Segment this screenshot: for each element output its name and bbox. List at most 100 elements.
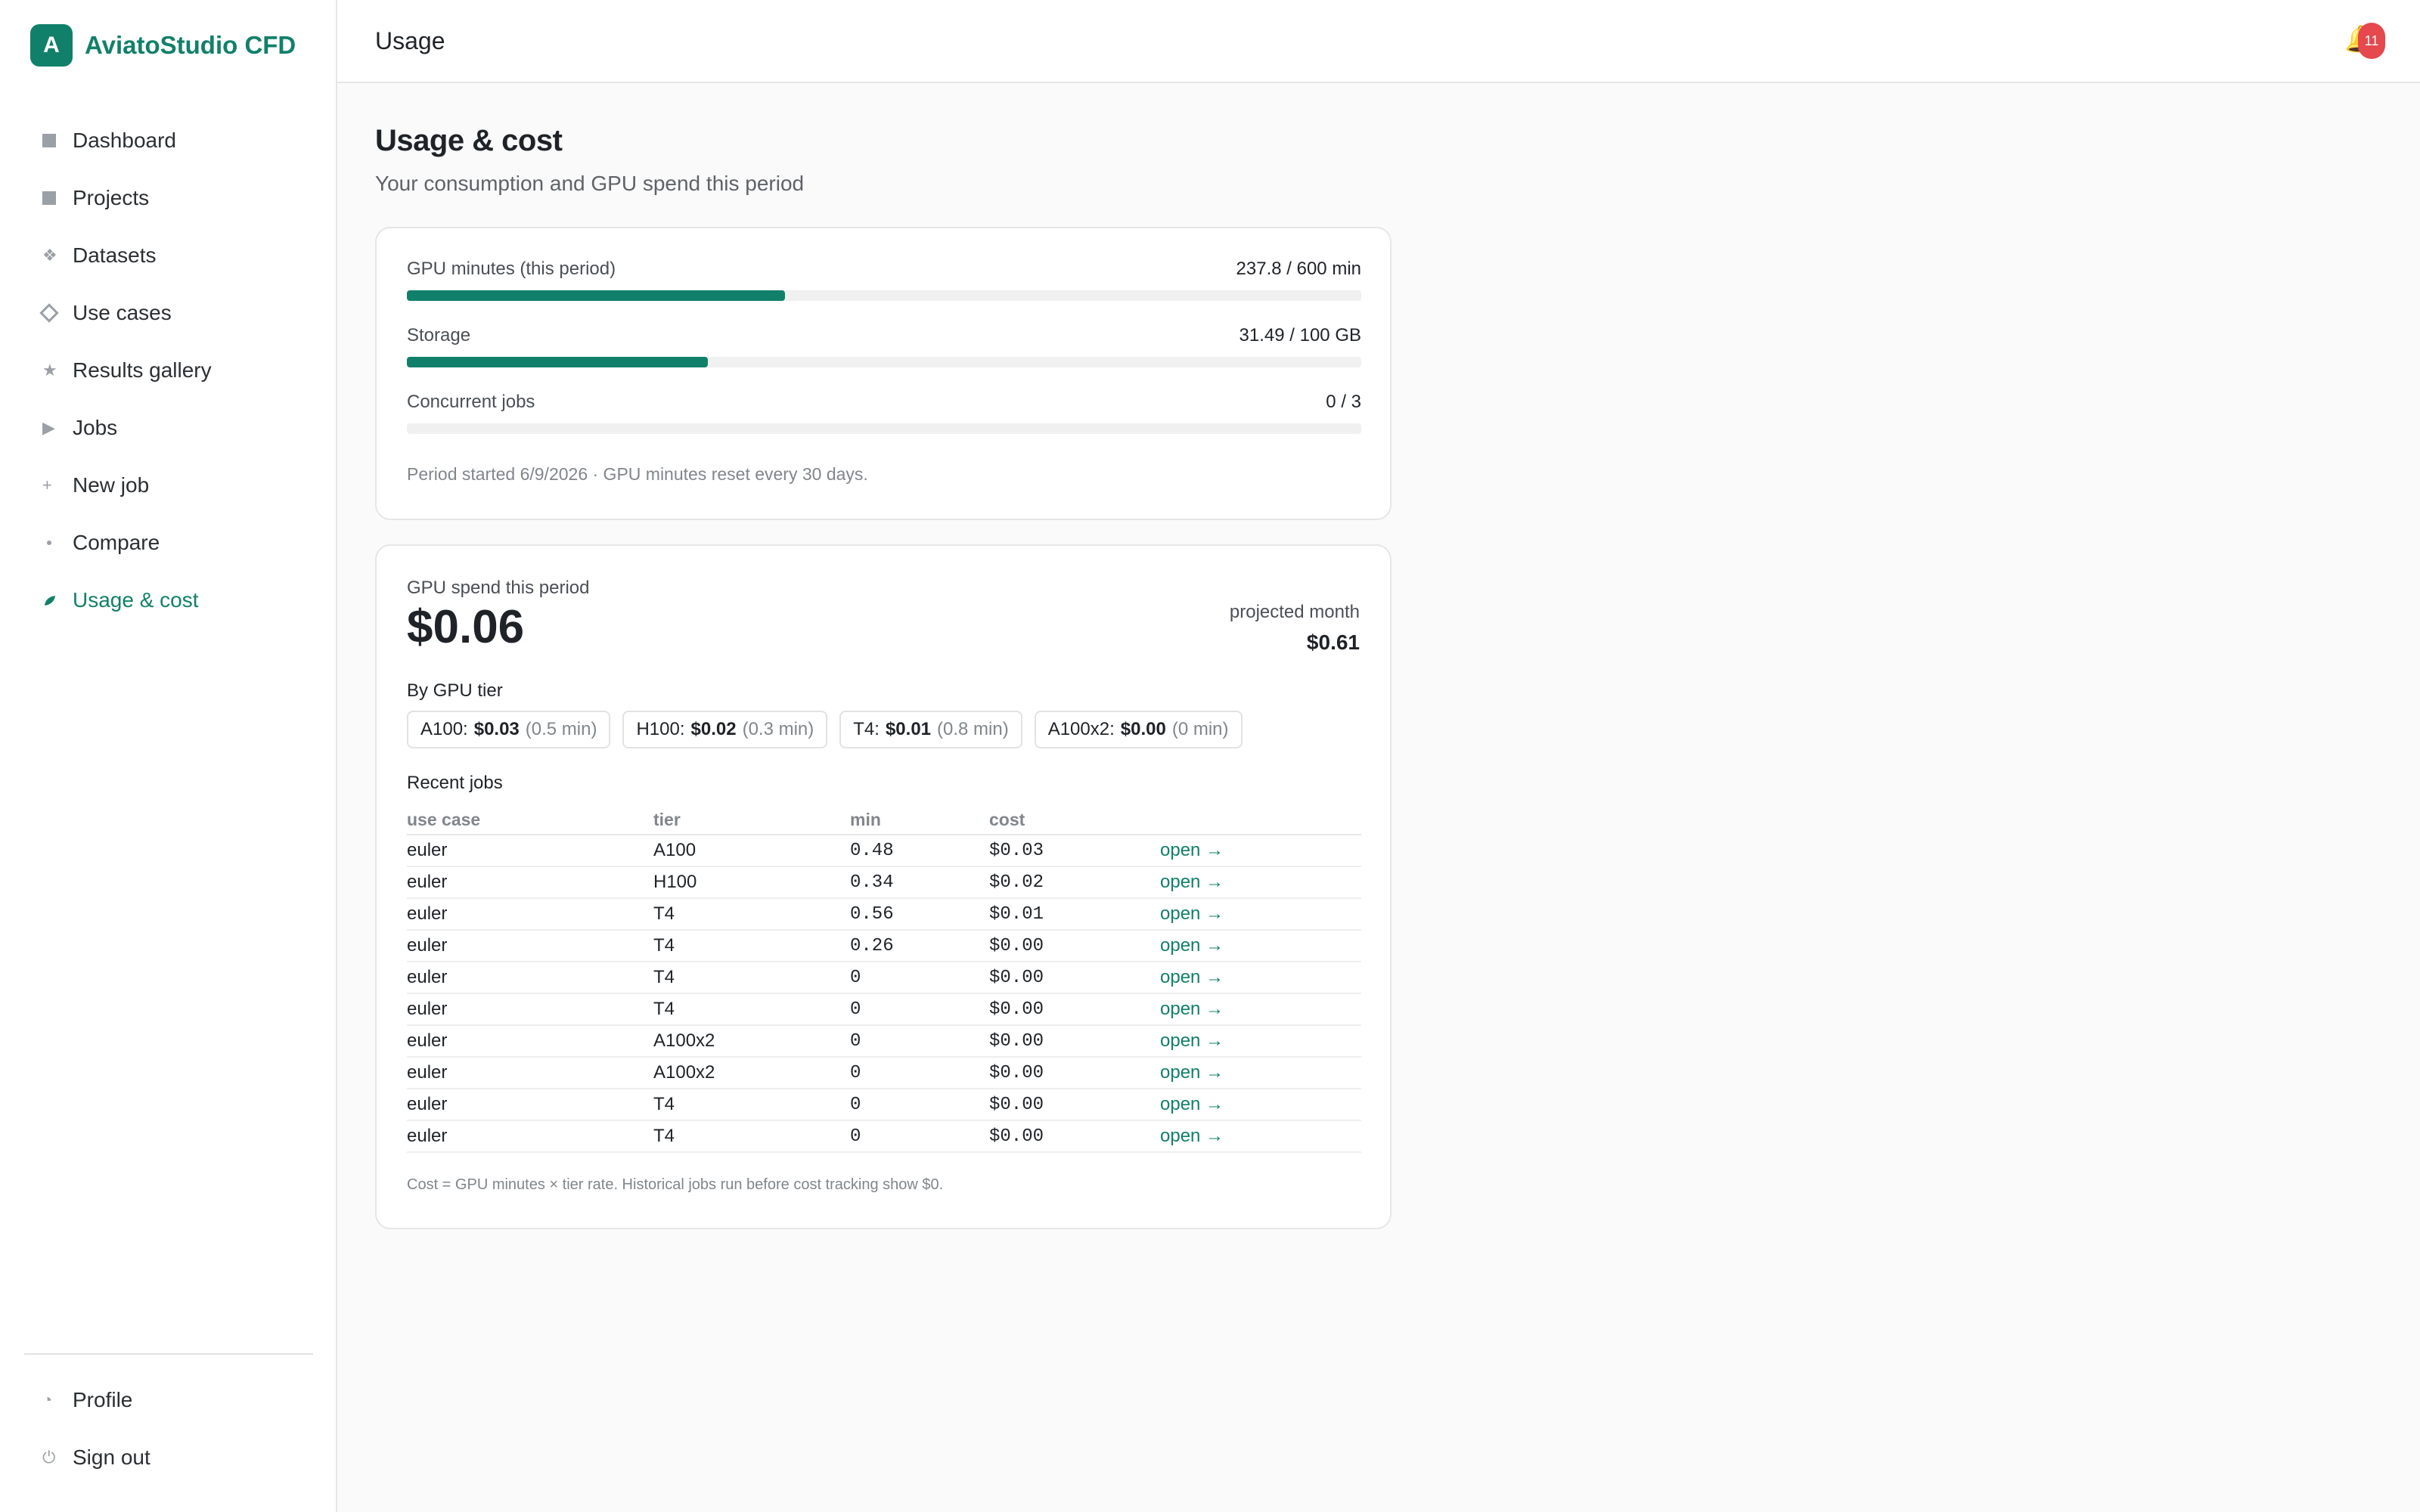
sidebar-item-label: Compare (73, 531, 160, 554)
sidebar-item-jobs[interactable]: ▶ Jobs (30, 399, 310, 457)
cell-tier: T4 (653, 962, 850, 994)
table-row: euler T4 0 $0.00 open → (407, 993, 1361, 1026)
progress-track (407, 290, 1361, 301)
tier-name: A100x2: (1047, 719, 1115, 739)
cell-use-case: euler (407, 1120, 653, 1153)
meter-value: 0 / 3 (1326, 392, 1361, 412)
open-job-link[interactable]: open → (1160, 999, 1224, 1019)
column-header: min (850, 806, 989, 835)
page-header: Usage & cost Your consumption and GPU sp… (375, 124, 804, 196)
cell-cost: $0.00 (989, 1089, 1160, 1121)
cell-min: 0.34 (850, 866, 989, 899)
open-job-link[interactable]: open → (1160, 1094, 1224, 1114)
table-row: euler A100x2 0 $0.00 open → (407, 1025, 1361, 1058)
projected-value: $0.61 (1306, 631, 1360, 654)
cell-use-case: euler (407, 962, 653, 994)
meter-value: 237.8 / 600 min (1236, 259, 1361, 279)
sidebar-item-profile[interactable]: ◔ Profile (30, 1371, 310, 1429)
cost-footnote: Cost = GPU minutes × tier rate. Historic… (407, 1176, 944, 1193)
open-job-link[interactable]: open → (1160, 903, 1224, 924)
cell-tier: T4 (653, 898, 850, 931)
app-root: A AviatoStudio CFD Dashboard Projects ❖ … (0, 0, 2420, 1512)
tier-chip-a100x2: A100x2: $0.00 (0 min) (1034, 711, 1243, 748)
tier-cost: $0.00 (1120, 719, 1166, 739)
column-header: use case (407, 806, 653, 835)
cell-tier: A100 (653, 835, 850, 867)
table-row: euler T4 0 $0.00 open → (407, 1089, 1361, 1121)
sidebar-item-label: Jobs (73, 416, 118, 439)
topbar: Usage 🔔 11 (337, 0, 2420, 83)
tier-name: A100: (420, 719, 468, 739)
open-job-link[interactable]: open → (1160, 872, 1224, 892)
cell-min: 0.48 (850, 835, 989, 867)
star-icon: ★ (42, 361, 57, 380)
storage-meter: Storage 31.49 / 100 GB (407, 325, 1361, 367)
cell-tier: H100 (653, 866, 850, 899)
sidebar-divider (24, 1353, 313, 1355)
open-job-link[interactable]: open → (1160, 840, 1224, 860)
sidebar-item-projects[interactable]: Projects (30, 169, 310, 227)
sidebar-nav: Dashboard Projects ❖ Datasets Use cases … (30, 112, 310, 629)
cell-min: 0 (850, 1025, 989, 1058)
open-job-link[interactable]: open → (1160, 1126, 1224, 1146)
spend-label: GPU spend this period (407, 578, 590, 598)
tier-cost: $0.01 (885, 719, 932, 739)
sidebar-item-datasets[interactable]: ❖ Datasets (30, 227, 310, 284)
progress-fill (407, 290, 785, 301)
sidebar-item-compare[interactable]: Compare (30, 514, 310, 572)
sidebar-item-usage-cost[interactable]: Usage & cost (30, 572, 310, 629)
tier-minutes: (0.8 min) (937, 719, 1009, 739)
cell-cost: $0.00 (989, 930, 1160, 962)
sidebar-item-results-gallery[interactable]: ★ Results gallery (30, 342, 310, 399)
spend-value: $0.06 (407, 601, 525, 653)
sidebar-item-label: Use cases (73, 301, 172, 324)
sidebar-item-sign-out[interactable]: ⏻ Sign out (30, 1429, 310, 1486)
meter-label: Concurrent jobs (407, 392, 535, 412)
page-subtitle: Your consumption and GPU spend this peri… (375, 172, 805, 195)
column-header (1160, 806, 1361, 835)
cell-use-case: euler (407, 866, 653, 899)
square-icon (30, 134, 73, 147)
dot-icon (30, 541, 73, 545)
table-row: euler T4 0 $0.00 open → (407, 1120, 1361, 1153)
by-tier-label: By GPU tier (407, 680, 503, 701)
cell-use-case: euler (407, 898, 653, 931)
tier-chips: A100: $0.03 (0.5 min) H100: $0.02 (0.3 m… (407, 711, 1243, 748)
sidebar-item-dashboard[interactable]: Dashboard (30, 112, 310, 169)
table-row: euler T4 0 $0.00 open → (407, 962, 1361, 994)
tier-minutes: (0 min) (1171, 719, 1229, 739)
period-note: Period started 6/9/2026 · GPU minutes re… (407, 464, 868, 484)
notifications-button[interactable]: 🔔 11 (2344, 21, 2385, 59)
sidebar-item-use-cases[interactable]: Use cases (30, 284, 310, 342)
tier-cost: $0.02 (690, 719, 737, 739)
tier-chip-t4: T4: $0.01 (0.8 min) (839, 711, 1022, 748)
sidebar-item-label: Projects (73, 186, 150, 209)
meter-label: GPU minutes (this period) (407, 259, 616, 279)
open-job-link[interactable]: open → (1160, 935, 1224, 956)
projected-month: projected month $0.61 (1230, 602, 1360, 655)
table-row: euler H100 0.34 $0.02 open → (407, 866, 1361, 899)
tier-chip-h100: H100: $0.02 (0.3 min) (622, 711, 828, 748)
sidebar-item-new-job[interactable]: + New job (30, 457, 310, 514)
open-job-link[interactable]: open → (1160, 1062, 1224, 1083)
sidebar-item-label: Usage & cost (73, 588, 199, 612)
sidebar-item-label: Profile (73, 1388, 133, 1411)
brand[interactable]: A AviatoStudio CFD (30, 24, 296, 67)
power-icon: ⏻ (42, 1448, 56, 1467)
table-row: euler T4 0.26 $0.00 open → (407, 930, 1361, 962)
recent-jobs-table: use case tier min cost euler A100 0.48 $… (407, 806, 1361, 1153)
leaf-icon (30, 593, 73, 608)
cell-min: 0 (850, 962, 989, 994)
column-header: tier (653, 806, 850, 835)
square-icon (30, 191, 73, 205)
sidebar-item-label: Dashboard (73, 129, 176, 152)
open-job-link[interactable]: open → (1160, 967, 1224, 987)
cell-cost: $0.02 (989, 866, 1160, 899)
meter-value: 31.49 / 100 GB (1239, 325, 1361, 345)
cell-cost: $0.00 (989, 962, 1160, 994)
cell-tier: T4 (653, 930, 850, 962)
cell-min: 0 (850, 1089, 989, 1121)
column-header: cost (989, 806, 1160, 835)
cell-use-case: euler (407, 1057, 653, 1089)
open-job-link[interactable]: open → (1160, 1030, 1224, 1051)
